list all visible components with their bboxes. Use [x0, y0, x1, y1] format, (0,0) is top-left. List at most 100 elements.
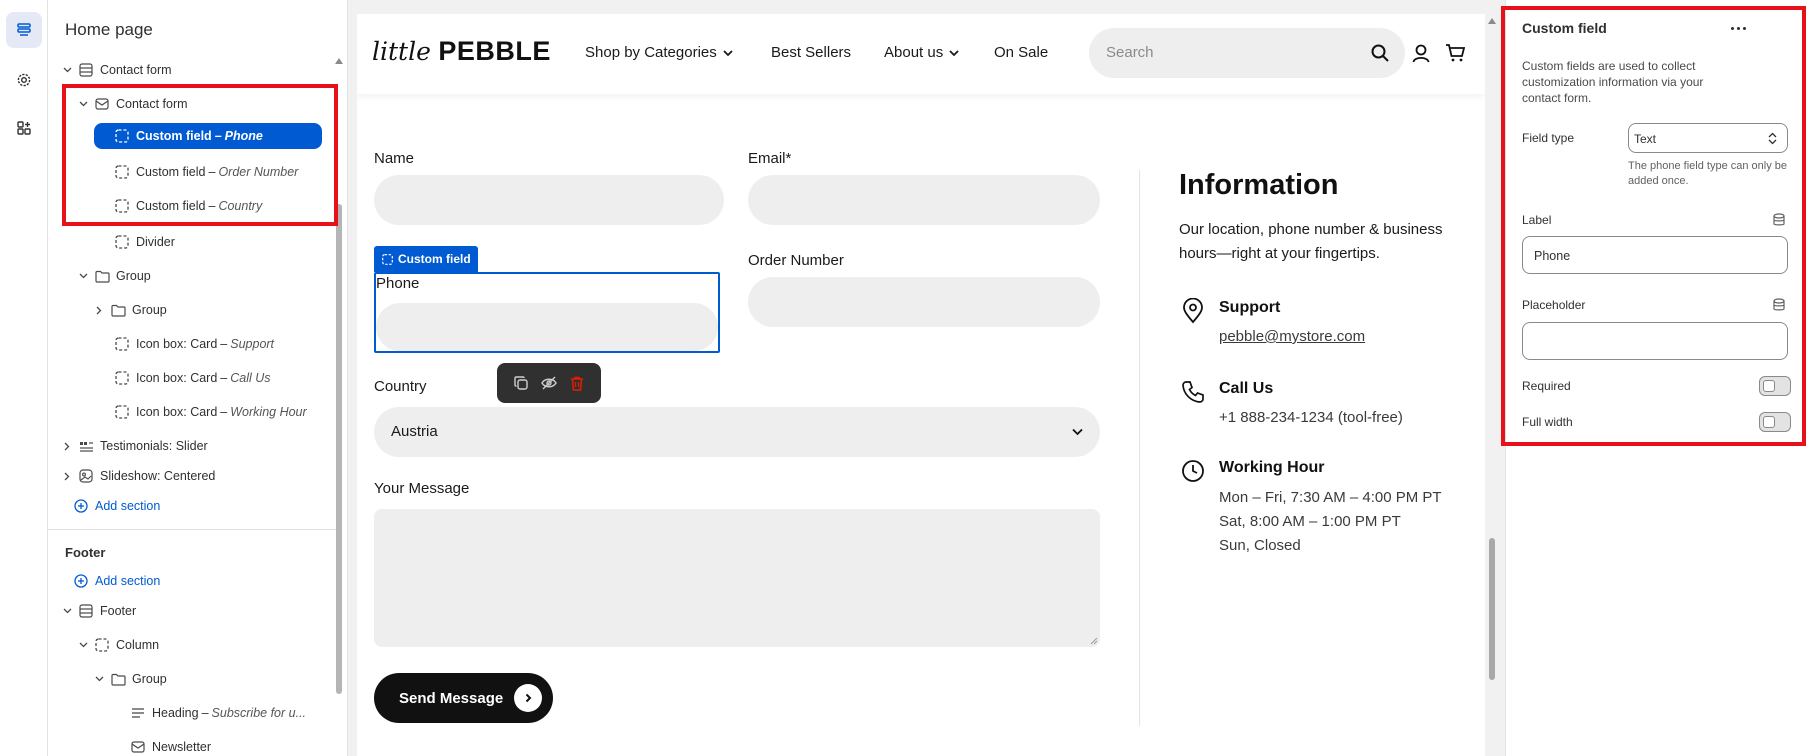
tree-item-label: Group [132, 303, 167, 317]
more-options-icon[interactable] [1726, 19, 1750, 37]
sections-nav-button[interactable] [6, 12, 42, 48]
nav-about-us[interactable]: About us [884, 44, 959, 61]
account-icon[interactable] [1412, 44, 1430, 63]
tree-item[interactable]: Divider [96, 227, 175, 257]
send-message-button[interactable]: Send Message [374, 673, 553, 723]
tree-item[interactable]: Icon box: Card – Working Hour [96, 397, 307, 427]
tree-item-separator: – [220, 337, 228, 351]
tree-item[interactable]: Group [92, 664, 167, 694]
cart-icon[interactable] [1445, 44, 1465, 62]
custom-field-icon [114, 164, 130, 180]
settings-description: Custom fields are used to collect custom… [1522, 59, 1704, 105]
tree-item[interactable]: Group [76, 261, 151, 291]
store-search-input[interactable]: Search [1089, 28, 1405, 78]
folder-icon [110, 671, 126, 687]
chevron-down-icon[interactable] [60, 604, 74, 618]
country-select[interactable]: Austria [374, 407, 1100, 457]
field-type-select[interactable]: Text [1628, 123, 1788, 153]
select-arrows-icon [1768, 132, 1777, 145]
sidebar-scrollbar[interactable] [335, 56, 343, 756]
full-width-toggle[interactable] [1759, 412, 1791, 432]
dynamic-source-icon[interactable] [1772, 213, 1786, 227]
delete-icon[interactable] [570, 376, 584, 391]
nav-on-sale[interactable]: On Sale [994, 44, 1048, 61]
apps-icon [17, 121, 31, 135]
block-toolbar [497, 363, 601, 403]
nav-best-sellers[interactable]: Best Sellers [771, 44, 851, 61]
support-email-link[interactable]: pebble@mystore.com [1219, 328, 1365, 345]
search-icon[interactable] [1371, 44, 1389, 62]
tree-item[interactable]: Contact form [60, 55, 172, 85]
tree-item[interactable]: Custom field – Phone [94, 123, 322, 149]
chevron-down-icon[interactable] [76, 638, 90, 652]
order-number-input[interactable] [748, 277, 1100, 327]
message-textarea[interactable] [374, 509, 1100, 647]
tree-item[interactable]: Custom field – Order Number [96, 157, 298, 187]
phone-field-selection[interactable]: Phone [374, 272, 720, 353]
store-logo[interactable]: little PEBBLE [372, 36, 551, 67]
add-section-button[interactable]: Add section [73, 491, 160, 521]
phone-label: Phone [376, 275, 420, 292]
hide-icon[interactable] [541, 376, 557, 390]
apps-nav-button[interactable] [6, 110, 42, 146]
tree-item[interactable]: Newsletter [112, 732, 211, 756]
phone-input[interactable] [376, 303, 718, 351]
settings-nav-button[interactable] [6, 62, 42, 98]
label-label: Label [1522, 213, 1552, 227]
folder-icon [110, 302, 126, 318]
tree-item[interactable]: Slideshow: Centered [60, 461, 215, 491]
add-section-button[interactable]: Add section [73, 566, 160, 596]
chevron-right-icon[interactable] [60, 439, 74, 453]
chevron-down-icon[interactable] [60, 63, 74, 77]
call-number: +1 888-234-1234 (tool-free) [1219, 409, 1403, 426]
icon-rail [0, 0, 48, 756]
tree-item-separator: – [208, 199, 216, 213]
placeholder-input[interactable] [1522, 322, 1788, 360]
footer-heading: Footer [65, 544, 106, 560]
information-title: Information [1179, 169, 1339, 201]
chevron-down-icon[interactable] [76, 97, 90, 111]
preview-scrollbar[interactable] [1487, 14, 1497, 756]
tree-item-separator: – [208, 165, 216, 179]
tree-item-label: Group [132, 672, 167, 686]
tree-item[interactable]: Custom field – Country [96, 191, 262, 221]
chevron-down-icon[interactable] [92, 672, 106, 686]
slideshow-icon [78, 468, 94, 484]
field-type-label: Field type [1522, 131, 1575, 145]
hours-line: Sat, 8:00 AM – 1:00 PM PT [1219, 513, 1401, 530]
chevron-right-icon[interactable] [92, 303, 106, 317]
tree-item-label: Custom field [136, 129, 212, 143]
tree-item[interactable]: Column [76, 630, 159, 660]
email-label: Email* [748, 150, 792, 167]
tree-item-label: Icon box: Card [136, 371, 218, 385]
tree-item[interactable]: Footer [60, 596, 136, 626]
layers-icon [17, 23, 31, 36]
resize-handle-icon[interactable] [1090, 637, 1098, 645]
chevron-right-icon[interactable] [60, 469, 74, 483]
name-input[interactable] [374, 175, 724, 225]
custom-field-icon [114, 336, 130, 352]
custom-field-tag[interactable]: Custom field [374, 246, 478, 272]
tree-item[interactable]: Heading – Subscribe for u... [112, 698, 306, 728]
chevron-down-icon [949, 49, 959, 56]
tree-item[interactable]: Icon box: Card – Call Us [96, 363, 271, 393]
tree-item[interactable]: Group [92, 295, 167, 325]
tree-item[interactable]: Icon box: Card – Support [96, 329, 274, 359]
tree-item-sublabel: Phone [224, 129, 263, 143]
email-input[interactable] [748, 175, 1100, 225]
tree-item[interactable]: Contact form [76, 89, 188, 119]
chevron-down-icon[interactable] [76, 269, 90, 283]
tree-item-sublabel: Support [230, 337, 275, 351]
section-icon [78, 62, 94, 78]
label-input[interactable]: Phone [1522, 236, 1788, 274]
dynamic-source-icon[interactable] [1772, 298, 1786, 312]
custom-field-icon [114, 404, 130, 420]
tree-item[interactable]: Testimonials: Slider [60, 431, 208, 461]
tree-item-separator: – [201, 706, 209, 720]
required-toggle[interactable] [1759, 376, 1791, 396]
tree-item-sublabel: Call Us [230, 371, 271, 385]
nav-shop-by-categories[interactable]: Shop by Categories [585, 44, 733, 61]
tree-item-label: Icon box: Card [136, 405, 218, 419]
duplicate-icon[interactable] [513, 376, 528, 390]
